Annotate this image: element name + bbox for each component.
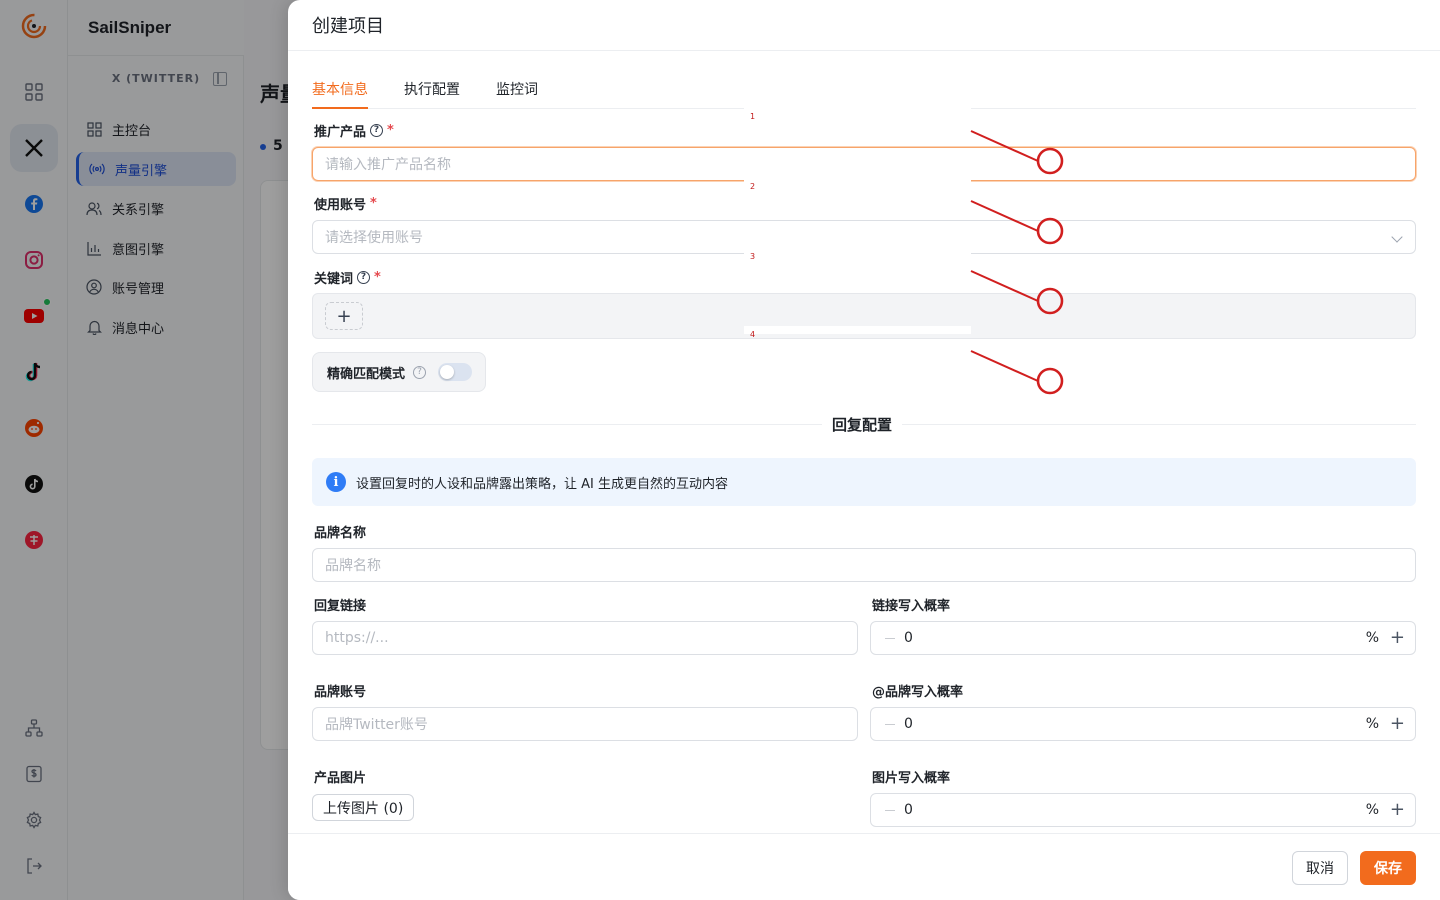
drawer-title: 创建项目	[288, 0, 1440, 51]
annotation-label-4: 4	[744, 326, 971, 339]
info-banner-text: 设置回复时的人设和品牌露出策略，让 AI 生成更自然的互动内容	[356, 476, 728, 492]
product-label-text: 推广产品	[314, 125, 367, 140]
mention-prob-stepper[interactable]: 0 % +	[870, 707, 1416, 741]
link-prob-stepper[interactable]: 0 % +	[870, 621, 1416, 655]
cancel-button[interactable]: 取消	[1292, 851, 1348, 885]
reply-link-input[interactable]: https://...	[312, 621, 858, 655]
drawer-tabs: 基本信息 执行配置 监控词	[312, 70, 1416, 109]
required-mark: *	[387, 123, 394, 138]
help-icon[interactable]: ?	[413, 365, 427, 379]
brand-name-input[interactable]: 品牌名称	[312, 548, 1416, 582]
brand-name-label: 品牌名称	[314, 526, 367, 541]
image-prob-stepper[interactable]: 0 % +	[870, 793, 1416, 827]
reply-config-title: 回复配置	[822, 414, 903, 435]
increment-icon[interactable]: +	[1390, 715, 1405, 733]
account-label-text: 使用账号	[314, 198, 367, 213]
percent-unit: %	[1365, 630, 1379, 646]
mention-prob-label: @品牌写入概率	[872, 685, 964, 700]
link-prob-label: 链接写入概率	[872, 599, 951, 614]
brand-account-placeholder: 品牌Twitter账号	[325, 717, 428, 733]
reply-link-placeholder: https://...	[325, 630, 389, 646]
annotation-label-2: 2	[744, 178, 971, 200]
percent-unit: %	[1365, 716, 1379, 732]
image-prob-value: 0	[904, 802, 913, 818]
save-button[interactable]: 保存	[1360, 851, 1416, 885]
account-label: 使用账号 *	[314, 194, 377, 213]
decrement-icon[interactable]	[885, 724, 895, 726]
exact-match-switch[interactable]	[438, 363, 473, 381]
info-icon: i	[326, 472, 346, 492]
image-prob-label: 图片写入概率	[872, 771, 951, 786]
product-input[interactable]: 请输入推广产品名称	[312, 147, 1416, 181]
required-mark: *	[370, 196, 377, 211]
exact-match-label: 精确匹配模式	[327, 366, 406, 382]
create-project-drawer: 创建项目 基本信息 执行配置 监控词 推广产品 ? * 请输入推广产品名称 使用…	[288, 0, 1440, 900]
percent-unit: %	[1365, 802, 1379, 818]
decrement-icon[interactable]	[885, 638, 895, 640]
keywords-label-text: 关键词	[314, 272, 354, 287]
keywords-label: 关键词 ? *	[314, 268, 381, 287]
product-image-label: 产品图片	[314, 771, 367, 786]
tab-basic-info[interactable]: 基本信息	[312, 79, 368, 109]
annotation-label-1: 1	[744, 108, 971, 130]
reply-link-label: 回复链接	[314, 599, 367, 614]
drawer-footer: 取消 保存	[288, 833, 1440, 900]
brand-name-placeholder: 品牌名称	[325, 558, 381, 574]
add-keyword-button[interactable]: +	[325, 302, 363, 330]
brand-account-label: 品牌账号	[314, 685, 367, 700]
increment-icon[interactable]: +	[1390, 629, 1405, 647]
mention-prob-value: 0	[904, 716, 913, 732]
annotation-label-3: 3	[744, 248, 971, 270]
link-prob-value: 0	[904, 630, 913, 646]
brand-account-input[interactable]: 品牌Twitter账号	[312, 707, 858, 741]
help-icon[interactable]: ?	[357, 271, 371, 284]
chevron-down-icon	[1391, 231, 1403, 243]
required-mark: *	[374, 270, 381, 285]
product-label: 推广产品 ? *	[314, 121, 394, 140]
tab-monitor-words[interactable]: 监控词	[496, 79, 538, 109]
decrement-icon[interactable]	[885, 810, 895, 812]
exact-match-toggle-group: 精确匹配模式 ?	[312, 352, 486, 392]
upload-image-button[interactable]: 上传图片 (0)	[312, 794, 415, 821]
account-select-placeholder: 请选择使用账号	[325, 230, 423, 246]
help-icon[interactable]: ?	[370, 124, 384, 137]
product-input-placeholder: 请输入推广产品名称	[325, 157, 451, 173]
info-banner: i 设置回复时的人设和品牌露出策略，让 AI 生成更自然的互动内容	[312, 458, 1416, 506]
increment-icon[interactable]: +	[1390, 801, 1405, 819]
tab-execution-config[interactable]: 执行配置	[404, 79, 460, 109]
